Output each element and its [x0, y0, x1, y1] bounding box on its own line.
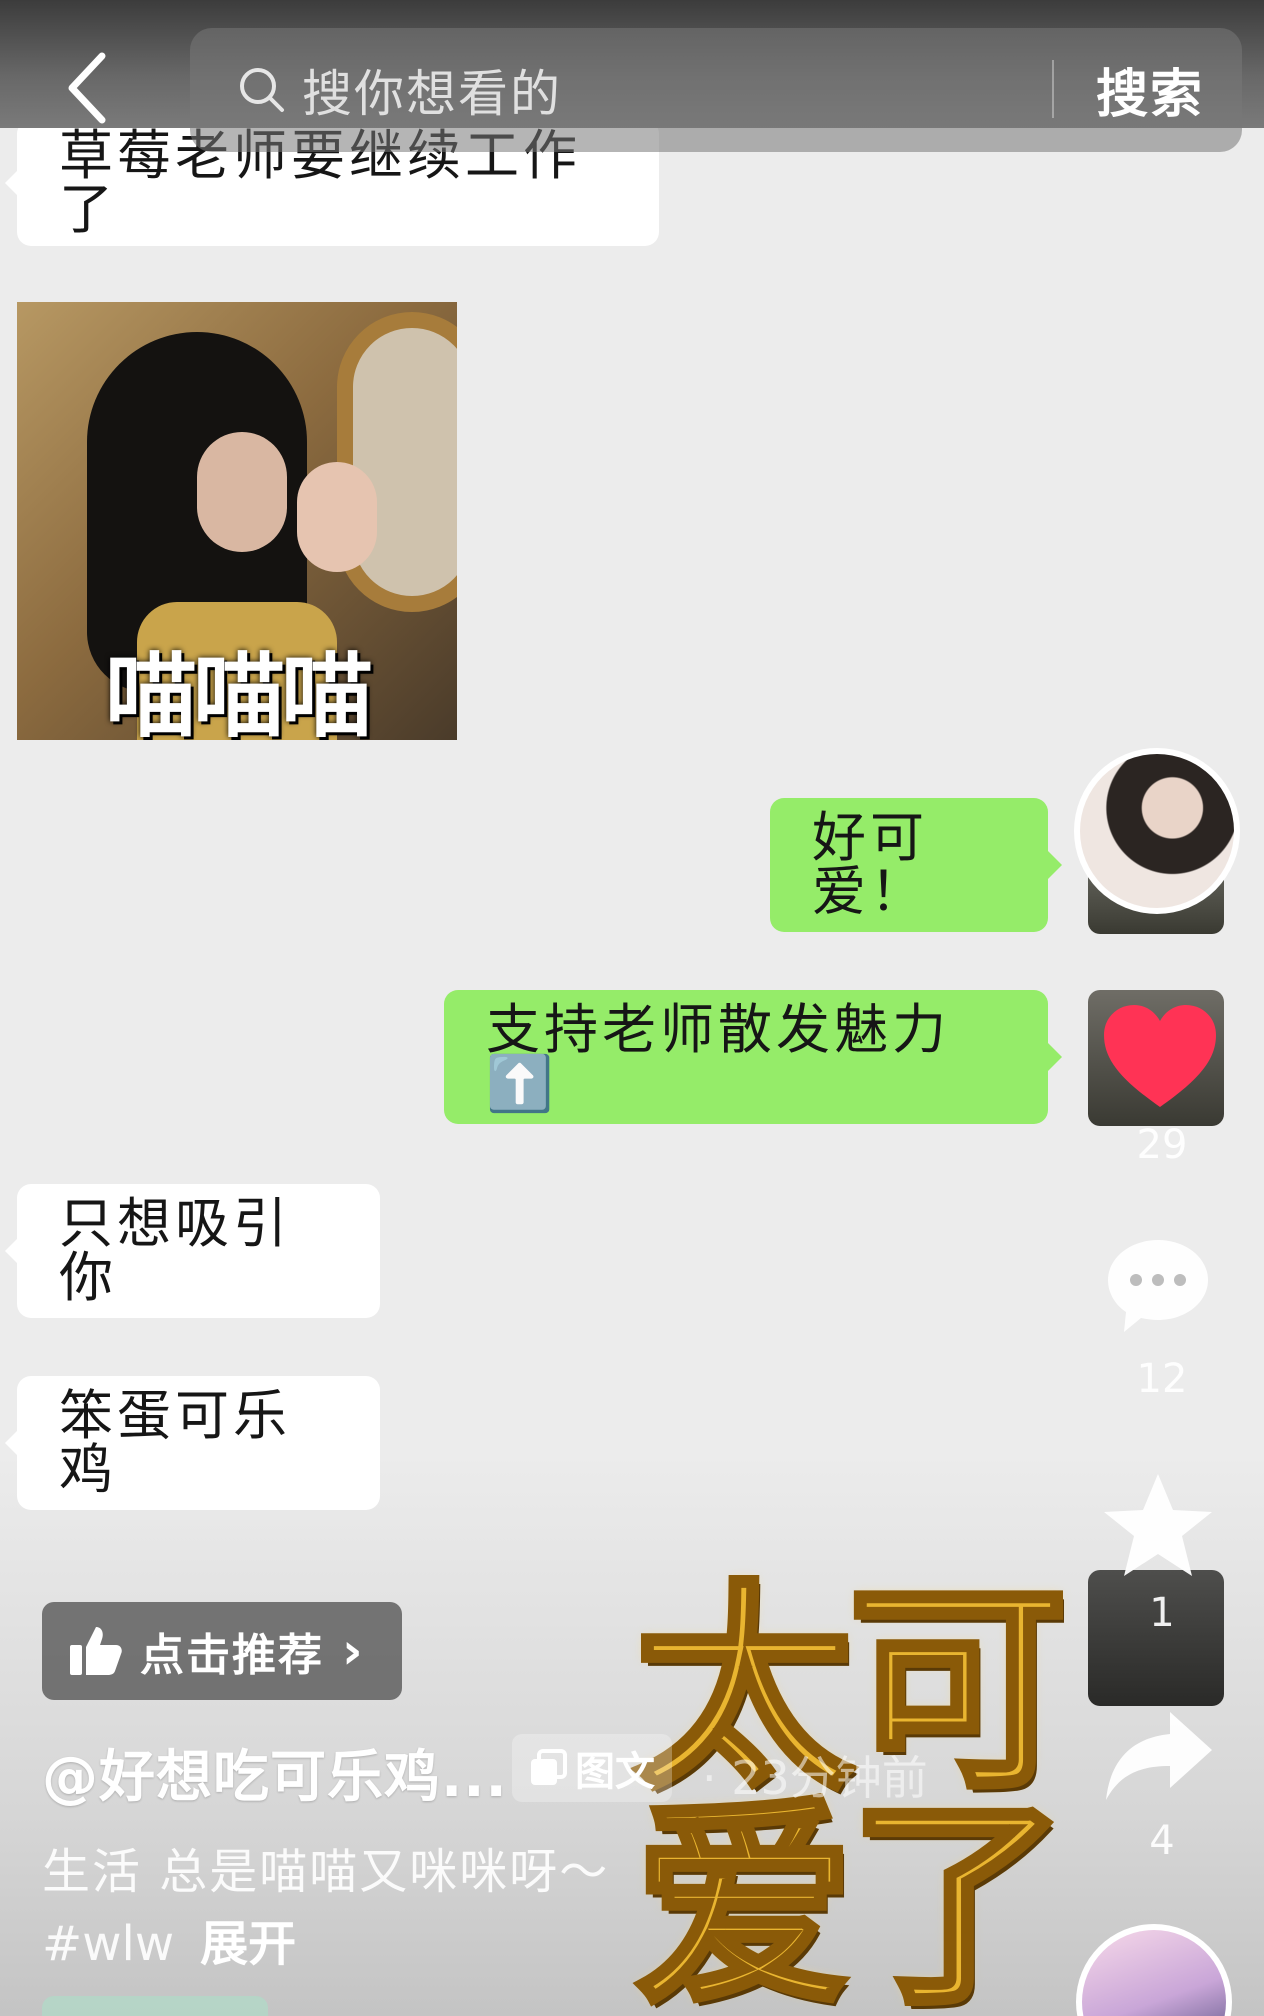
chat-text: 只想吸引你 — [59, 1192, 291, 1309]
expand-button[interactable]: 展开 — [200, 1916, 296, 1972]
heart-icon — [1104, 1005, 1216, 1107]
sticker-image: 喵喵喵 — [17, 302, 457, 740]
search-bar[interactable]: 搜你想看的 搜索 — [190, 28, 1242, 152]
comment-count: 12 — [1136, 1356, 1188, 1402]
hashtag[interactable]: #wlw — [42, 1916, 174, 1972]
sticker-figure-hand — [297, 462, 377, 572]
back-arrow-icon — [68, 52, 106, 124]
music-disc[interactable] — [1076, 1924, 1232, 2016]
back-button[interactable] — [58, 48, 118, 128]
sticker-figure-face — [197, 432, 287, 552]
post-type-badge: 图文 — [512, 1734, 672, 1802]
overlay-sticker-text: 爱了 — [631, 1778, 1071, 2016]
image-text-icon — [531, 1749, 567, 1785]
search-divider — [1052, 60, 1054, 118]
post-tags-line: #wlw 展开 — [42, 1904, 296, 1974]
post-time: · 23分钟前 — [702, 1751, 928, 1805]
recommend-label: 点击推荐 — [140, 1630, 324, 1681]
recommend-button[interactable]: 点击推荐 › — [42, 1602, 402, 1700]
sticker-caption: 喵喵喵 — [104, 643, 373, 740]
search-input[interactable]: 搜你想看的 — [302, 54, 562, 126]
share-icon — [1106, 1712, 1212, 1800]
search-button[interactable]: 搜索 — [1096, 52, 1204, 127]
search-icon — [236, 64, 288, 116]
bottom-tag-chip[interactable] — [42, 1996, 268, 2016]
author-avatar[interactable] — [1074, 748, 1240, 914]
comment-button[interactable] — [1102, 1234, 1214, 1338]
like-count: 29 — [1136, 1122, 1188, 1168]
chat-bubble-incoming: 只想吸引你 — [5, 1184, 380, 1318]
comment-icon — [1108, 1240, 1208, 1332]
share-count: 4 — [1149, 1818, 1175, 1864]
post-type-label: 图文 — [575, 1749, 655, 1795]
video-feed-screen: 草莓老师要继续工作了 喵喵喵 好可爱！ 支持老师散发魅力⬆️ 只想吸引你 笨蛋可… — [0, 0, 1264, 2016]
favorite-button[interactable] — [1100, 1470, 1216, 1586]
chat-text: 好可爱！ — [812, 806, 928, 923]
author-name[interactable]: @好想吃可乐鸡... — [42, 1732, 508, 1813]
chat-bubble-incoming: 笨蛋可乐鸡 — [5, 1376, 380, 1510]
post-description: 生活 总是喵喵又咪咪呀～ — [42, 1844, 610, 1900]
chat-text: 笨蛋可乐鸡 — [59, 1384, 291, 1501]
chat-bubble-outgoing: 支持老师散发魅力⬆️ — [444, 990, 1062, 1124]
share-button[interactable] — [1100, 1706, 1216, 1806]
chat-bubble-outgoing: 好可爱！ — [770, 798, 1062, 932]
like-button[interactable] — [1100, 998, 1220, 1118]
favorite-count: 1 — [1149, 1590, 1175, 1636]
chat-text: 支持老师散发魅力⬆️ — [486, 998, 950, 1115]
chevron-right-icon: › — [342, 1622, 363, 1680]
star-icon — [1104, 1474, 1212, 1576]
thumbs-up-icon — [70, 1627, 122, 1675]
